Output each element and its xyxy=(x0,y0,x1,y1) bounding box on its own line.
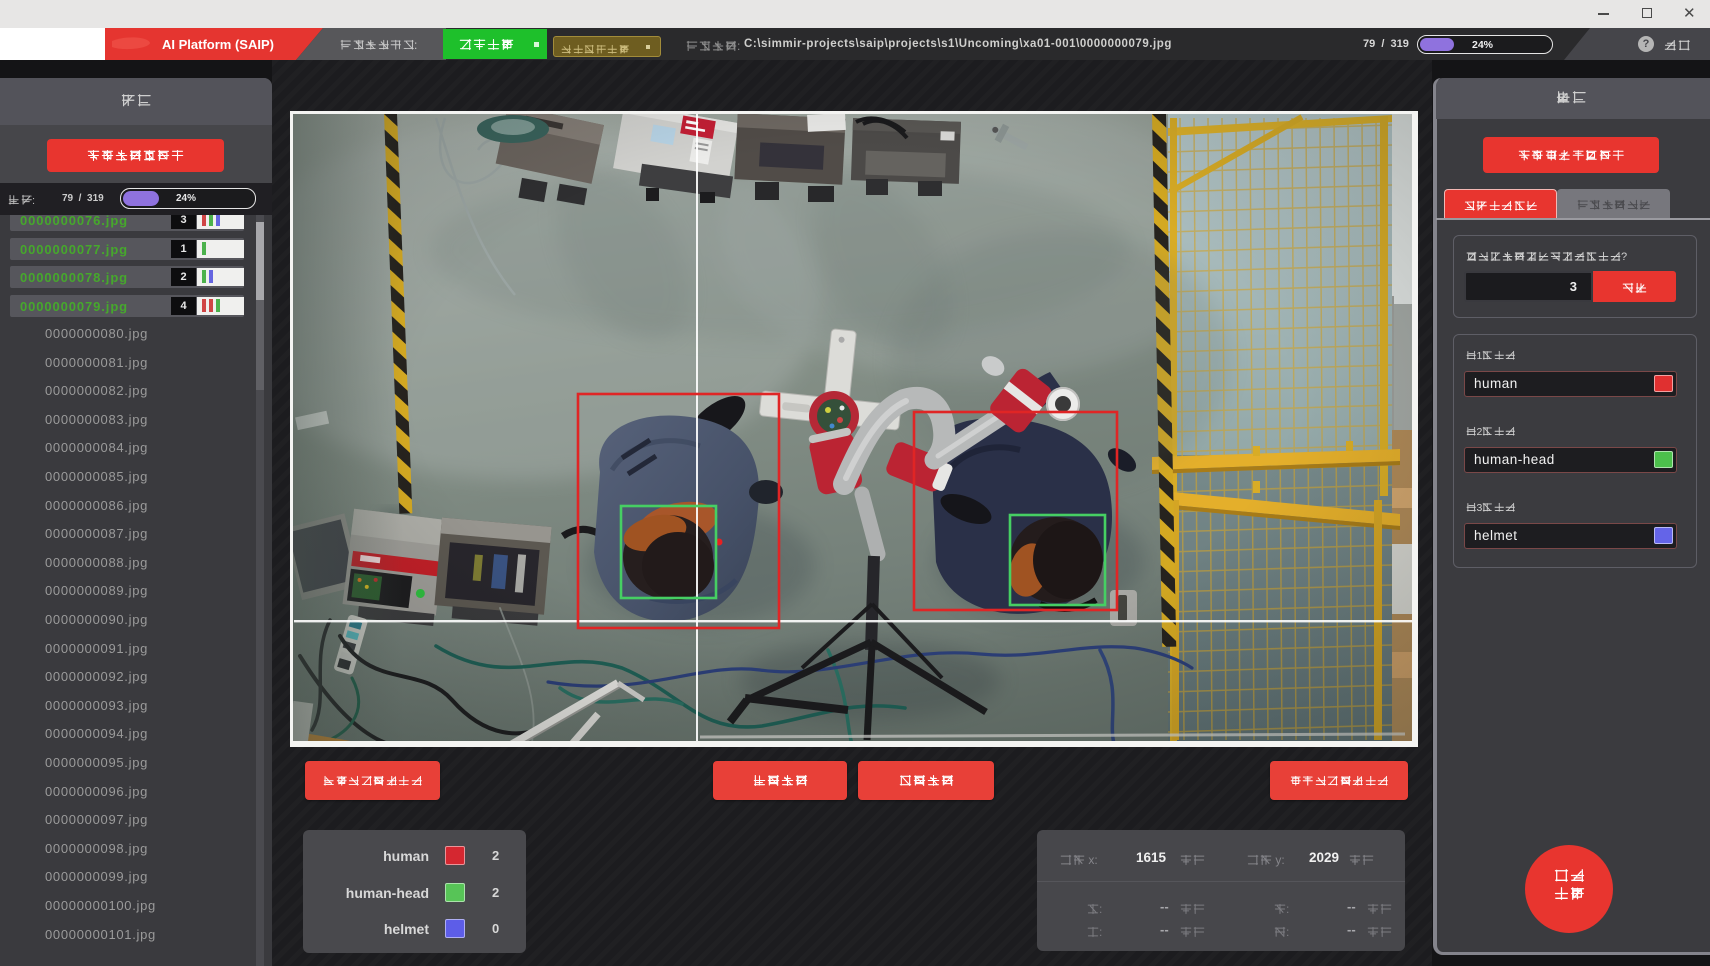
svg-text:AI Platform (SAIP): AI Platform (SAIP) xyxy=(162,37,274,52)
